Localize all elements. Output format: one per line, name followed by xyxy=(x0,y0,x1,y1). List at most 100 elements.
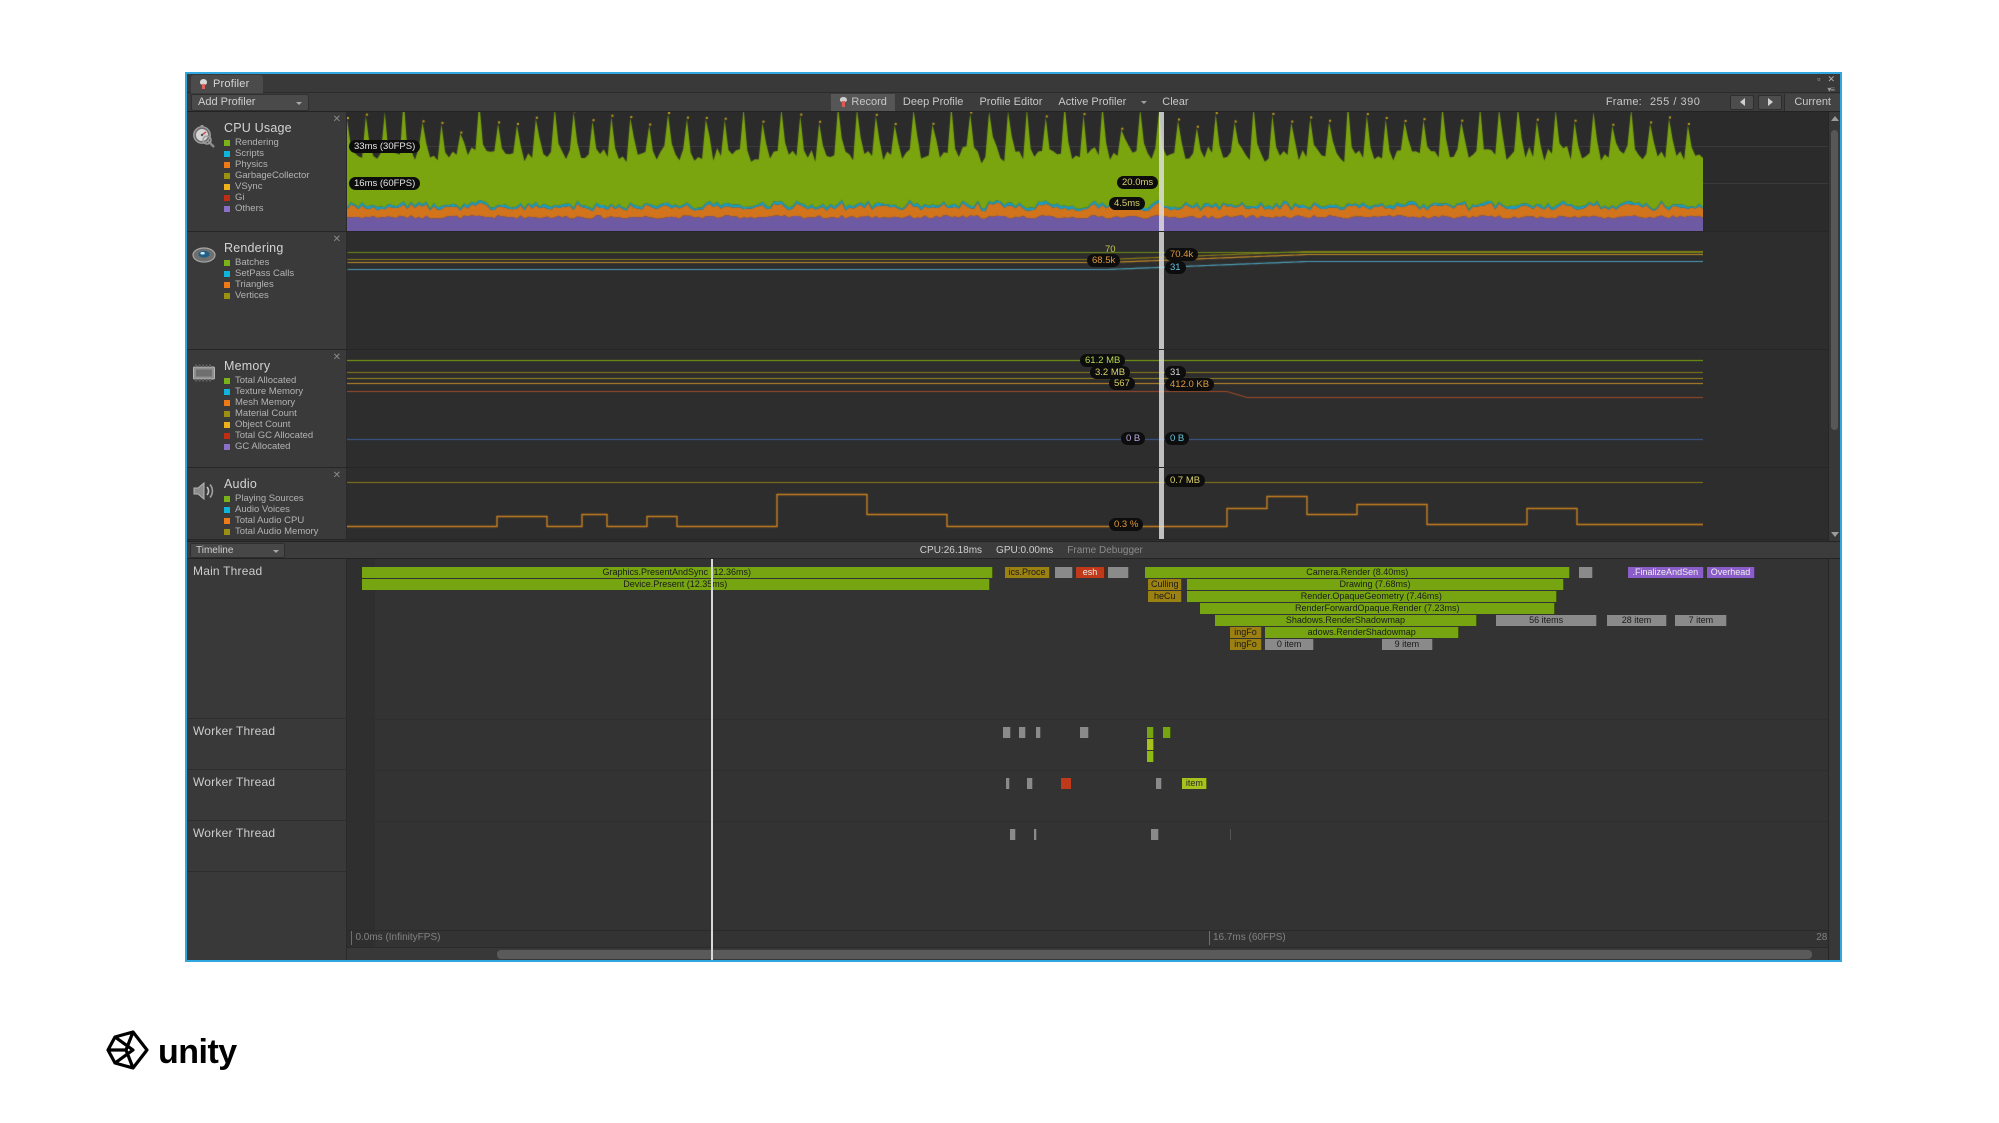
legend-item: Total Allocated xyxy=(224,375,313,386)
timeline-block[interactable]: heCu xyxy=(1148,591,1183,602)
timeline-gutter xyxy=(347,559,375,960)
close-icon[interactable]: ✕ xyxy=(333,115,341,125)
legend-item: Rendering xyxy=(224,137,309,148)
chevron-left-icon xyxy=(1739,98,1745,106)
profiler-toolbar: Add Profiler Record Deep Profile Profile… xyxy=(187,93,1840,112)
active-profiler-dropdown[interactable]: Active Profiler xyxy=(1050,94,1134,111)
chart-cpu-usage: ✕ CPU Usage Rendering Scripts Physics Ga… xyxy=(187,112,1828,232)
chart-rendering: ✕ Rendering Batches SetPass Calls Triang… xyxy=(187,232,1828,350)
close-icon[interactable]: ✕ xyxy=(333,471,341,481)
timeline-block[interactable]: Drawing (7.68ms) xyxy=(1186,579,1565,590)
memory-value-tag-gc: 412.0 KB xyxy=(1165,378,1215,391)
record-button[interactable]: Record xyxy=(830,93,895,111)
thread-label-worker-1[interactable]: Worker Thread xyxy=(187,719,346,770)
timeline-block[interactable]: .FinalizeAndSen xyxy=(1628,567,1704,578)
legend-label: Rendering xyxy=(235,137,279,148)
timeline-block[interactable]: 28 item xyxy=(1607,615,1667,626)
timeline-block[interactable] xyxy=(1579,567,1593,578)
current-frame-button[interactable]: Current xyxy=(1784,93,1840,111)
thread-label-worker-3[interactable]: Worker Thread xyxy=(187,821,346,872)
timeline-block[interactable]: ingFo xyxy=(1229,639,1263,650)
cpu-stat: CPU:26.18ms xyxy=(919,544,983,556)
frame-value: 255 / 390 xyxy=(1649,96,1701,108)
legend-item: Texture Memory xyxy=(224,386,313,397)
chart-playhead[interactable] xyxy=(1159,232,1164,349)
timeline-playhead[interactable] xyxy=(711,559,714,960)
legend-item: SetPass Calls xyxy=(224,268,294,279)
timeline-block[interactable]: 56 items xyxy=(1496,615,1597,626)
charts-vertical-scrollbar[interactable] xyxy=(1828,112,1840,541)
timeline-block[interactable]: 9 item xyxy=(1382,639,1433,650)
chart-sidebar-cpu: ✕ CPU Usage Rendering Scripts Physics Ga… xyxy=(187,112,347,231)
thread-label-column: Main Thread Worker Thread Worker Thread … xyxy=(187,559,347,960)
frame-navigation: Frame: 255 / 390 Current xyxy=(1606,93,1840,111)
timeline-block[interactable]: Overhead xyxy=(1706,567,1756,578)
timeline-block[interactable]: ics.Proce xyxy=(1004,567,1051,578)
chart-playhead[interactable] xyxy=(1159,468,1164,539)
legend-label: Triangles xyxy=(235,279,274,290)
timeline-block[interactable]: adows.RenderShadowmap xyxy=(1265,627,1460,638)
chevron-right-icon xyxy=(1767,98,1773,106)
legend-item: VSync xyxy=(224,181,309,192)
chart-plot-cpu[interactable]: 33ms (30FPS) 16ms (60FPS) 20.0ms 4.5ms xyxy=(347,112,1828,231)
view-mode-label: Timeline xyxy=(196,544,234,556)
close-icon[interactable]: ✕ xyxy=(333,353,341,363)
chart-legend-rendering: Rendering Batches SetPass Calls Triangle… xyxy=(224,241,294,349)
timeline-block[interactable]: Camera.Render (8.40ms) xyxy=(1145,567,1571,578)
frame-debugger-button[interactable]: Frame Debugger xyxy=(1067,545,1143,556)
close-icon[interactable]: ✕ xyxy=(333,235,341,245)
rendering-icon xyxy=(191,242,217,268)
timeline-horizontal-scrollbar[interactable] xyxy=(347,947,1828,960)
timeline-vertical-scrollbar[interactable] xyxy=(1828,559,1840,960)
deep-profile-label: Deep Profile xyxy=(902,96,964,108)
profile-editor-button[interactable]: Profile Editor xyxy=(971,94,1050,111)
chart-playhead[interactable] xyxy=(1159,350,1164,467)
legend-item: GarbageCollector xyxy=(224,170,309,181)
tab-profiler[interactable]: Profiler xyxy=(191,75,264,93)
legend-swatch xyxy=(224,421,230,428)
timeline-block[interactable]: Culling xyxy=(1148,579,1183,590)
next-frame-button[interactable] xyxy=(1758,94,1783,110)
chevron-down-icon[interactable] xyxy=(1141,100,1148,104)
cpu-axis-label-60fps: 16ms (60FPS) xyxy=(349,177,421,190)
legend-swatch xyxy=(224,506,230,513)
scroll-up-icon[interactable] xyxy=(1831,116,1839,121)
legend-item: Total GC Allocated xyxy=(224,430,313,441)
chart-title-audio: Audio xyxy=(224,477,257,491)
deep-profile-button[interactable]: Deep Profile xyxy=(895,94,972,111)
legend-item: Total Audio CPU xyxy=(224,515,318,526)
view-mode-dropdown[interactable]: Timeline xyxy=(190,542,285,558)
chart-title-cpu: CPU Usage xyxy=(224,121,292,135)
ruler-tick: 28 xyxy=(1816,932,1828,943)
timeline-block[interactable]: Device.Present (12.35ms) xyxy=(361,579,990,590)
timeline-block[interactable]: Render.OpaqueGeometry (7.46ms) xyxy=(1186,591,1557,602)
thread-label-main[interactable]: Main Thread xyxy=(187,559,346,719)
memory-value-tag-object-count: 567 xyxy=(1109,377,1135,390)
gpu-stat: GPU:0.00ms xyxy=(996,544,1054,556)
scrollbar-thumb[interactable] xyxy=(497,950,1812,959)
timeline-block[interactable] xyxy=(1108,567,1129,578)
timeline-track[interactable]: Graphics.PresentAndSync (12.36ms) ics.Pro… xyxy=(347,559,1828,960)
timeline-block[interactable]: Graphics.PresentAndSync (12.36ms) xyxy=(361,567,993,578)
timeline-block[interactable]: RenderForwardOpaque.Render (7.23ms) xyxy=(1200,603,1556,614)
minimize-icon[interactable]: ▫ xyxy=(1817,75,1820,84)
clear-button[interactable]: Clear xyxy=(1154,94,1196,111)
legend-label: Total Audio Memory xyxy=(235,526,319,537)
timeline-block[interactable]: Shadows.RenderShadowmap xyxy=(1214,615,1477,626)
timeline-block[interactable]: 7 item xyxy=(1675,615,1728,626)
chart-playhead[interactable] xyxy=(1159,112,1164,231)
close-icon[interactable]: ✕ xyxy=(1827,75,1835,84)
chart-plot-audio[interactable]: 0.7 MB 0.3 % xyxy=(347,468,1828,539)
chart-plot-memory[interactable]: 61.2 MB 3.2 MB 567 31 412.0 KB 0 B 0 B xyxy=(347,350,1828,467)
thread-label-worker-2[interactable]: Worker Thread xyxy=(187,770,346,821)
timeline-block[interactable]: esh xyxy=(1075,567,1106,578)
timeline-block[interactable]: ingFo xyxy=(1229,627,1263,638)
chart-plot-rendering[interactable]: 70 68.5k 70.4k 31 xyxy=(347,232,1828,349)
prev-frame-button[interactable] xyxy=(1730,94,1755,110)
timeline-block[interactable]: 0 item xyxy=(1265,639,1315,650)
chart-sidebar-rendering: ✕ Rendering Batches SetPass Calls Triang… xyxy=(187,232,347,349)
add-profiler-dropdown[interactable]: Add Profiler xyxy=(191,93,309,111)
timeline-block[interactable] xyxy=(1054,567,1073,578)
scrollbar-thumb[interactable] xyxy=(1831,130,1838,430)
scroll-down-icon[interactable] xyxy=(1831,532,1839,537)
